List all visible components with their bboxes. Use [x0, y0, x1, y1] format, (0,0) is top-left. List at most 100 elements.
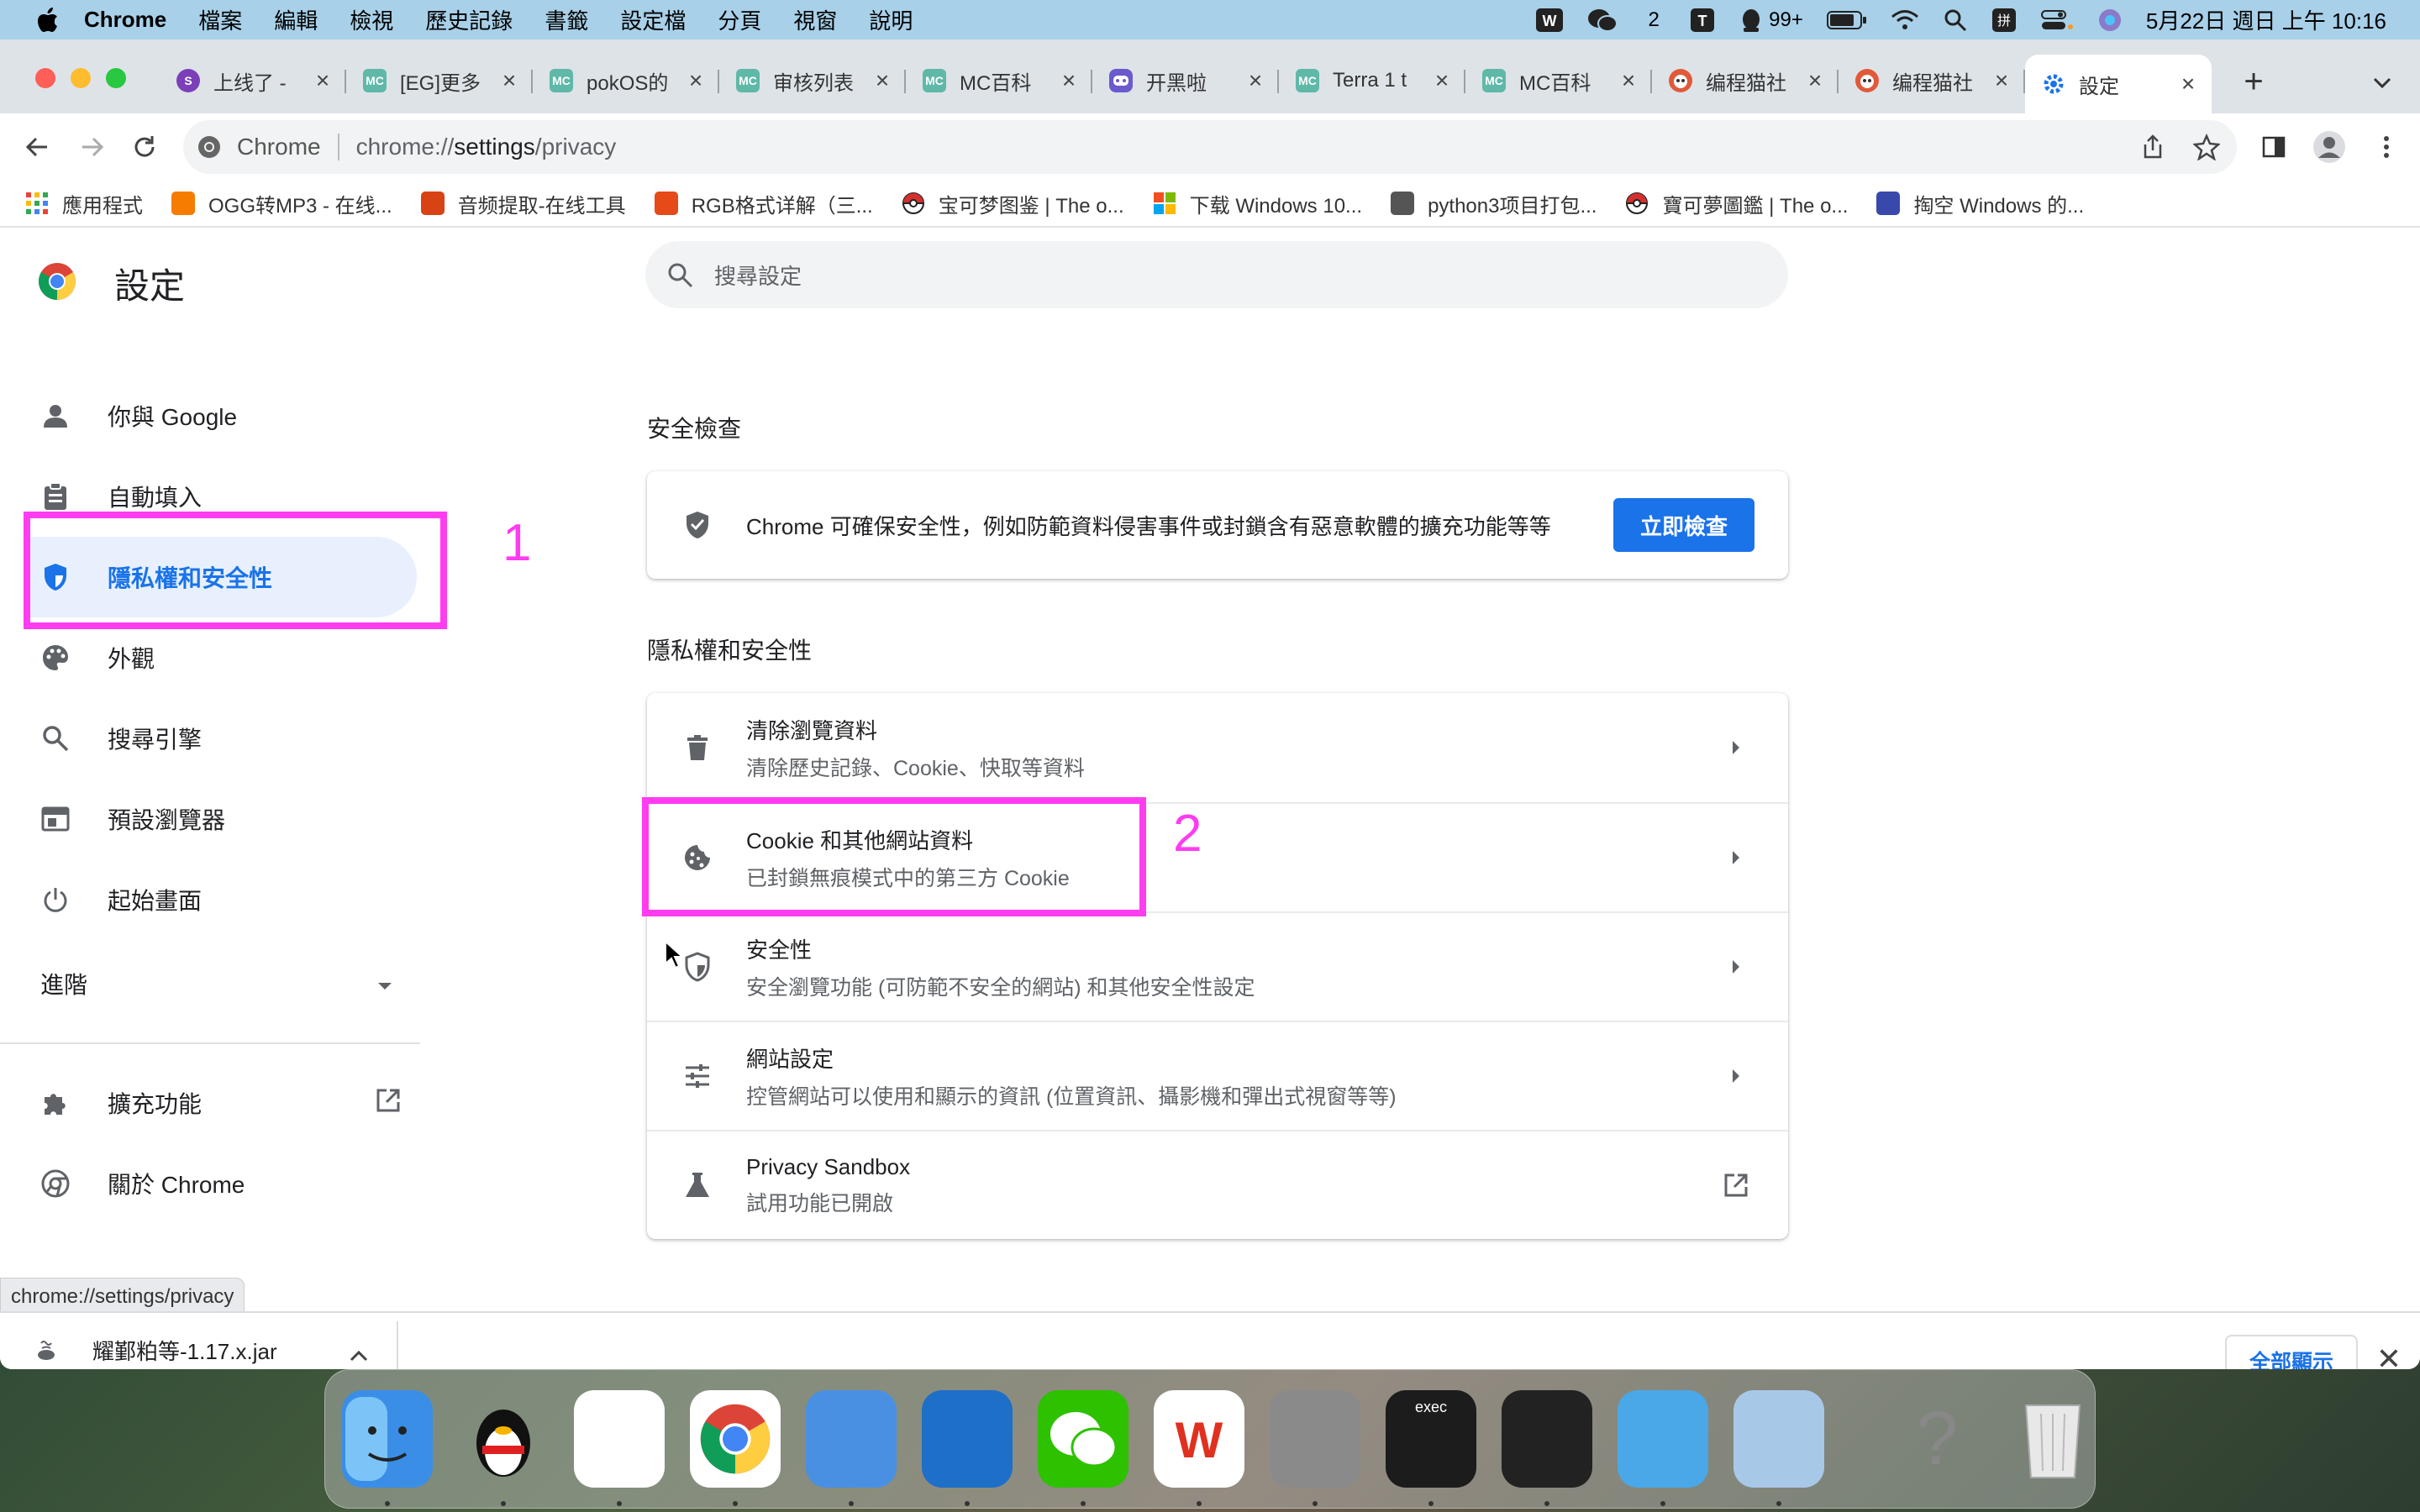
siri-icon[interactable]: [2097, 8, 2123, 33]
url-text[interactable]: chrome://settings/privacy: [356, 134, 617, 160]
menu-file[interactable]: 檔案: [198, 4, 242, 35]
back-button[interactable]: [20, 130, 54, 164]
dock-preview-icon[interactable]: [1733, 1390, 1824, 1506]
profile-avatar[interactable]: [2311, 129, 2348, 165]
reload-button[interactable]: [128, 130, 161, 164]
menu-app-name[interactable]: Chrome: [84, 7, 166, 33]
dock-terminal-icon[interactable]: exec: [1386, 1390, 1476, 1506]
bookmark-item-2[interactable]: 音频提取-在线工具: [420, 189, 626, 218]
nav-item-on-startup[interactable]: 起始畫面: [25, 859, 417, 940]
tab-1[interactable]: MC [EG]更多 ×: [346, 55, 533, 107]
bookmark-item-1[interactable]: OGG转MP3 - 在线...: [171, 189, 392, 218]
privacy-sandbox-row[interactable]: Privacy Sandbox 試用功能已開啟: [647, 1130, 1788, 1239]
dock-codemao-icon[interactable]: [806, 1390, 897, 1506]
tab-10[interactable]: 設定 ×: [2025, 55, 2212, 113]
close-icon[interactable]: ×: [2178, 72, 2198, 96]
menu-edit[interactable]: 編輯: [274, 4, 318, 35]
minimize-window-button[interactable]: [71, 68, 91, 88]
nav-item-about-chrome[interactable]: 關於 Chrome: [25, 1143, 417, 1224]
wechat-status-icon[interactable]: [1587, 8, 1618, 33]
nav-item-appearance[interactable]: 外觀: [25, 617, 417, 698]
tab-4[interactable]: MC MC百科 ×: [906, 55, 1092, 107]
wifi-icon[interactable]: [1891, 8, 1919, 33]
close-icon[interactable]: ×: [686, 69, 706, 92]
bookmark-item-8[interactable]: 掏空 Windows 的...: [1876, 189, 2084, 218]
bookmark-star-icon[interactable]: [2188, 129, 2225, 165]
nav-item-default-browser[interactable]: 預設瀏覽器: [25, 779, 417, 859]
spotlight-icon[interactable]: [1943, 8, 1968, 33]
tab-6[interactable]: MC Terra 1 t ×: [1279, 55, 1465, 107]
forward-button[interactable]: [76, 130, 109, 164]
nav-advanced-toggle[interactable]: 進階: [40, 967, 393, 1000]
dock-app-blue-icon[interactable]: [922, 1390, 1013, 1506]
tab-search-chevron-icon[interactable]: [2370, 70, 2395, 95]
apple-icon[interactable]: [35, 7, 60, 33]
menu-tab[interactable]: 分頁: [718, 4, 761, 35]
tab-8[interactable]: 编程猫社 ×: [1652, 55, 1839, 107]
control-center-icon[interactable]: [2040, 8, 2074, 33]
close-window-button[interactable]: [35, 68, 55, 88]
battery-icon[interactable]: [1826, 8, 1867, 33]
close-icon[interactable]: ×: [1618, 69, 1639, 92]
zoom-window-button[interactable]: [106, 68, 126, 88]
close-icon[interactable]: ×: [1245, 69, 1265, 92]
close-icon[interactable]: ×: [499, 69, 519, 92]
address-bar[interactable]: Chrome chrome://settings/privacy: [183, 120, 2237, 174]
tab-0[interactable]: S 上线了 - ×: [160, 55, 346, 107]
tab-2[interactable]: MC pokOS的 ×: [533, 55, 719, 107]
tab-9[interactable]: 编程猫社 ×: [1839, 55, 2025, 107]
dock-qq-icon[interactable]: [458, 1390, 549, 1506]
qq-status-icon[interactable]: [1739, 8, 1764, 33]
typora-status-icon[interactable]: T: [1690, 8, 1715, 33]
tab-5[interactable]: 开黑啦 ×: [1092, 55, 1279, 107]
menu-window[interactable]: 視窗: [793, 4, 837, 35]
settings-search-input[interactable]: 搜尋設定: [645, 241, 1788, 308]
bookmark-item-3[interactable]: RGB格式详解（三...: [654, 189, 873, 218]
show-all-button[interactable]: 全部顯示: [2225, 1335, 2358, 1369]
close-icon[interactable]: ×: [1432, 69, 1452, 92]
menu-history[interactable]: 歷史記錄: [425, 4, 513, 35]
dock-wechat-icon[interactable]: [1038, 1390, 1128, 1506]
dock-codemao-2-icon[interactable]: [1618, 1390, 1708, 1506]
nav-item-extensions[interactable]: 擴充功能: [25, 1063, 417, 1143]
menubar-clock[interactable]: 5月22日 週日 上午 10:16: [2146, 8, 2386, 34]
menu-help[interactable]: 說明: [869, 4, 913, 35]
menu-profiles[interactable]: 設定檔: [620, 4, 686, 35]
wps-status-icon[interactable]: W: [1535, 8, 1564, 33]
clear-browsing-data-row[interactable]: 清除瀏覽資料 清除歷史記錄、Cookie、快取等資料: [647, 693, 1788, 802]
menu-bookmarks[interactable]: 書籤: [544, 4, 588, 35]
dock-unknown-icon[interactable]: ?: [1891, 1390, 1982, 1488]
dock-chrome-icon[interactable]: [690, 1390, 781, 1506]
chevron-up-icon[interactable]: [346, 1343, 371, 1368]
chrome-site-icon[interactable]: [197, 134, 222, 160]
dock-trash-icon[interactable]: [2007, 1390, 2098, 1488]
close-icon[interactable]: ×: [872, 69, 892, 92]
check-now-button[interactable]: 立即檢查: [1613, 498, 1754, 552]
security-row[interactable]: 安全性 安全瀏覽功能 (可防範不安全的網站) 和其他安全性設定: [647, 911, 1788, 1021]
input-method-icon[interactable]: 拼: [1991, 8, 2017, 33]
dock-wps-icon[interactable]: W: [1154, 1390, 1244, 1506]
close-icon[interactable]: ×: [1805, 69, 1825, 92]
download-item[interactable]: 耀鄞粕等-1.17.x.jar: [34, 1335, 277, 1366]
close-icon[interactable]: ×: [1059, 69, 1079, 92]
more-menu-icon[interactable]: [2368, 129, 2405, 165]
close-icon[interactable]: ×: [1991, 69, 2012, 92]
bookmark-item-0[interactable]: 應用程式: [25, 189, 143, 218]
dock-finder-icon[interactable]: [342, 1390, 433, 1506]
side-panel-icon[interactable]: [2255, 129, 2292, 165]
menu-view[interactable]: 檢視: [350, 4, 393, 35]
site-settings-row[interactable]: 網站設定 控管網站可以使用和顯示的資訊 (位置資訊、攝影機和彈出式視窗等等): [647, 1021, 1788, 1130]
bookmark-item-6[interactable]: python3项目打包...: [1391, 189, 1597, 218]
new-tab-button[interactable]: +: [2237, 63, 2270, 101]
dock-system-preferences-icon[interactable]: [1270, 1390, 1360, 1506]
dock-mcreator-icon[interactable]: [1502, 1390, 1592, 1506]
share-icon[interactable]: [2134, 129, 2171, 165]
tab-3[interactable]: MC 审核列表 ×: [719, 55, 906, 107]
tab-7[interactable]: MC MC百科 ×: [1465, 55, 1652, 107]
bookmark-item-5[interactable]: 下载 Windows 10...: [1153, 189, 1362, 218]
nav-item-you-and-google[interactable]: 你與 Google: [25, 375, 417, 456]
bookmark-item-4[interactable]: 宝可梦图鉴 | The o...: [902, 189, 1124, 218]
dock-java-icon[interactable]: [574, 1390, 665, 1506]
close-icon[interactable]: ✕: [2375, 1344, 2403, 1370]
close-icon[interactable]: ×: [313, 69, 333, 92]
